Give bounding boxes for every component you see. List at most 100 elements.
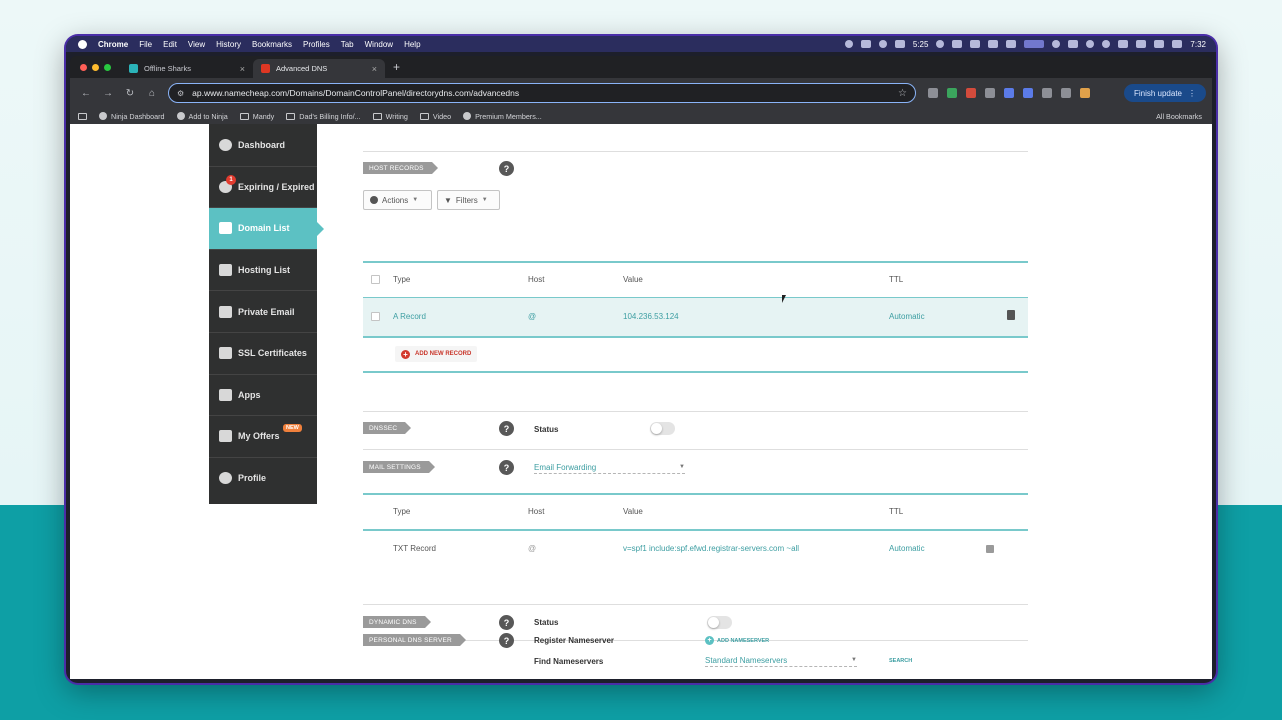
- wifi-icon[interactable]: [1136, 40, 1147, 48]
- address-bar[interactable]: ⚙ ap.www.namecheap.com/Domains/DomainCon…: [168, 83, 916, 103]
- timer-readout[interactable]: 5:25: [913, 40, 929, 49]
- extension-icon[interactable]: [966, 88, 976, 98]
- profile-icon[interactable]: [1080, 88, 1090, 98]
- menu-file[interactable]: File: [139, 40, 152, 49]
- bookmark-premium-members[interactable]: Premium Members...: [463, 112, 542, 121]
- home-icon[interactable]: ⌂: [146, 88, 158, 99]
- nameserver-type-select[interactable]: Standard Nameservers ▼: [705, 654, 857, 667]
- actions-dropdown[interactable]: Actions ▼: [363, 190, 432, 210]
- tab-advanced-dns[interactable]: Advanced DNS ×: [253, 59, 385, 78]
- extension-icon[interactable]: [1004, 88, 1014, 98]
- close-tab-icon[interactable]: ×: [240, 64, 245, 74]
- help-icon[interactable]: ?: [499, 633, 514, 648]
- menu-window[interactable]: Window: [365, 40, 393, 49]
- apple-icon[interactable]: [78, 39, 87, 49]
- status-icon[interactable]: [1006, 40, 1017, 48]
- select-all-checkbox[interactable]: [371, 275, 380, 284]
- record-type[interactable]: A Record: [393, 312, 426, 321]
- sidebar-item-my-offers[interactable]: My Offers NEW: [209, 415, 317, 457]
- help-icon[interactable]: ?: [499, 460, 514, 475]
- screen-icon[interactable]: [1024, 40, 1045, 48]
- sidebar-item-expiring[interactable]: 1 Expiring / Expired: [209, 165, 317, 208]
- bookmark-dads-billing[interactable]: Dad's Billing Info/...: [286, 112, 361, 121]
- all-bookmarks[interactable]: All Bookmarks: [1152, 112, 1202, 121]
- menu-help[interactable]: Help: [404, 40, 420, 49]
- search-icon[interactable]: [1086, 40, 1095, 48]
- trash-icon[interactable]: [1007, 310, 1015, 320]
- help-icon[interactable]: ?: [499, 161, 514, 176]
- menu-app[interactable]: Chrome: [98, 40, 128, 49]
- bookmark-mandy[interactable]: Mandy: [239, 112, 274, 121]
- close-tab-icon[interactable]: ×: [372, 64, 377, 74]
- menu-profiles[interactable]: Profiles: [303, 40, 330, 49]
- dropbox-icon[interactable]: [988, 40, 999, 48]
- close-window-button[interactable]: [80, 64, 87, 71]
- menu-view[interactable]: View: [188, 40, 205, 49]
- row-checkbox[interactable]: [371, 312, 380, 321]
- table-row[interactable]: [363, 298, 1028, 336]
- sidebar-item-apps[interactable]: Apps: [209, 373, 317, 416]
- status-icon[interactable]: [894, 40, 905, 48]
- record-ttl[interactable]: Automatic: [889, 312, 925, 321]
- sidebar-item-label: Apps: [238, 389, 261, 400]
- menu-bookmarks[interactable]: Bookmarks: [252, 40, 292, 49]
- menu-history[interactable]: History: [216, 40, 241, 49]
- reload-icon[interactable]: ↻: [124, 88, 136, 99]
- status-icon[interactable]: [860, 40, 871, 48]
- table-header-border: [363, 529, 1028, 531]
- add-new-record-button[interactable]: + ADD NEW RECORD: [395, 346, 478, 362]
- filters-dropdown[interactable]: ▼ Filters ▼: [437, 190, 500, 210]
- control-center-icon[interactable]: [1172, 40, 1183, 48]
- sidebar-item-hosting-list[interactable]: Hosting List: [209, 248, 317, 291]
- search-nameservers-link[interactable]: SEARCH: [889, 658, 912, 664]
- zoom-window-button[interactable]: [104, 64, 111, 71]
- sidebar-item-private-email[interactable]: Private Email: [209, 290, 317, 332]
- sidebar-item-profile[interactable]: Profile: [209, 456, 317, 499]
- status-icon[interactable]: [844, 40, 853, 48]
- side-panel-icon[interactable]: [1061, 88, 1071, 98]
- dnssec-toggle[interactable]: [650, 422, 675, 435]
- bookmark-add-to-ninja[interactable]: Add to Ninja: [176, 112, 228, 121]
- record-host[interactable]: @: [528, 312, 536, 321]
- bookmark-video[interactable]: Video: [419, 112, 451, 121]
- extension-icon[interactable]: [947, 88, 957, 98]
- clock[interactable]: 7:32: [1190, 40, 1206, 49]
- dynamic-dns-toggle[interactable]: [707, 616, 732, 629]
- status-icon[interactable]: [970, 40, 981, 48]
- minimize-window-button[interactable]: [92, 64, 99, 71]
- site-settings-icon[interactable]: ⚙: [177, 89, 184, 98]
- record-value[interactable]: 104.236.53.124: [623, 312, 679, 321]
- status-icon[interactable]: [1052, 40, 1061, 48]
- bookmark-writing[interactable]: Writing: [372, 112, 408, 121]
- status-icon[interactable]: [1102, 40, 1111, 48]
- sidebar-item-domain-list[interactable]: Domain List: [209, 207, 324, 249]
- battery-icon[interactable]: [1154, 40, 1165, 48]
- status-icon[interactable]: [878, 40, 887, 48]
- status-icon[interactable]: [952, 40, 963, 48]
- status-icon[interactable]: [936, 40, 945, 48]
- envelope-icon: [219, 305, 232, 318]
- menu-edit[interactable]: Edit: [163, 40, 177, 49]
- status-icon[interactable]: [1118, 40, 1129, 48]
- puzzle-icon[interactable]: [1042, 88, 1052, 98]
- eyedropper-icon[interactable]: [985, 88, 995, 98]
- status-icon[interactable]: [1068, 40, 1079, 48]
- url-text[interactable]: ap.www.namecheap.com/Domains/DomainContr…: [192, 88, 519, 98]
- apps-grid-icon[interactable]: [78, 112, 87, 120]
- extension-icon[interactable]: [928, 88, 938, 98]
- new-tab-icon[interactable]: +: [385, 60, 400, 78]
- extension-icon[interactable]: [1023, 88, 1033, 98]
- bookmark-star-icon[interactable]: ☆: [898, 88, 907, 99]
- bookmark-ninja-dashboard[interactable]: Ninja Dashboard: [99, 112, 165, 121]
- sidebar-item-dashboard[interactable]: Dashboard: [209, 124, 317, 166]
- forward-icon[interactable]: →: [102, 88, 114, 99]
- mail-settings-select[interactable]: Email Forwarding ▼: [534, 461, 685, 474]
- help-icon[interactable]: ?: [499, 421, 514, 436]
- menu-tab[interactable]: Tab: [341, 40, 354, 49]
- finish-update-button[interactable]: Finish update ⋮: [1123, 84, 1206, 102]
- sidebar-item-ssl[interactable]: SSL Certificates: [209, 331, 317, 374]
- tab-offline-sharks[interactable]: Offline Sharks ×: [121, 59, 253, 78]
- help-icon[interactable]: ?: [499, 615, 514, 630]
- add-nameserver-button[interactable]: + ADD NAMESERVER: [705, 636, 769, 645]
- back-icon[interactable]: ←: [80, 88, 92, 99]
